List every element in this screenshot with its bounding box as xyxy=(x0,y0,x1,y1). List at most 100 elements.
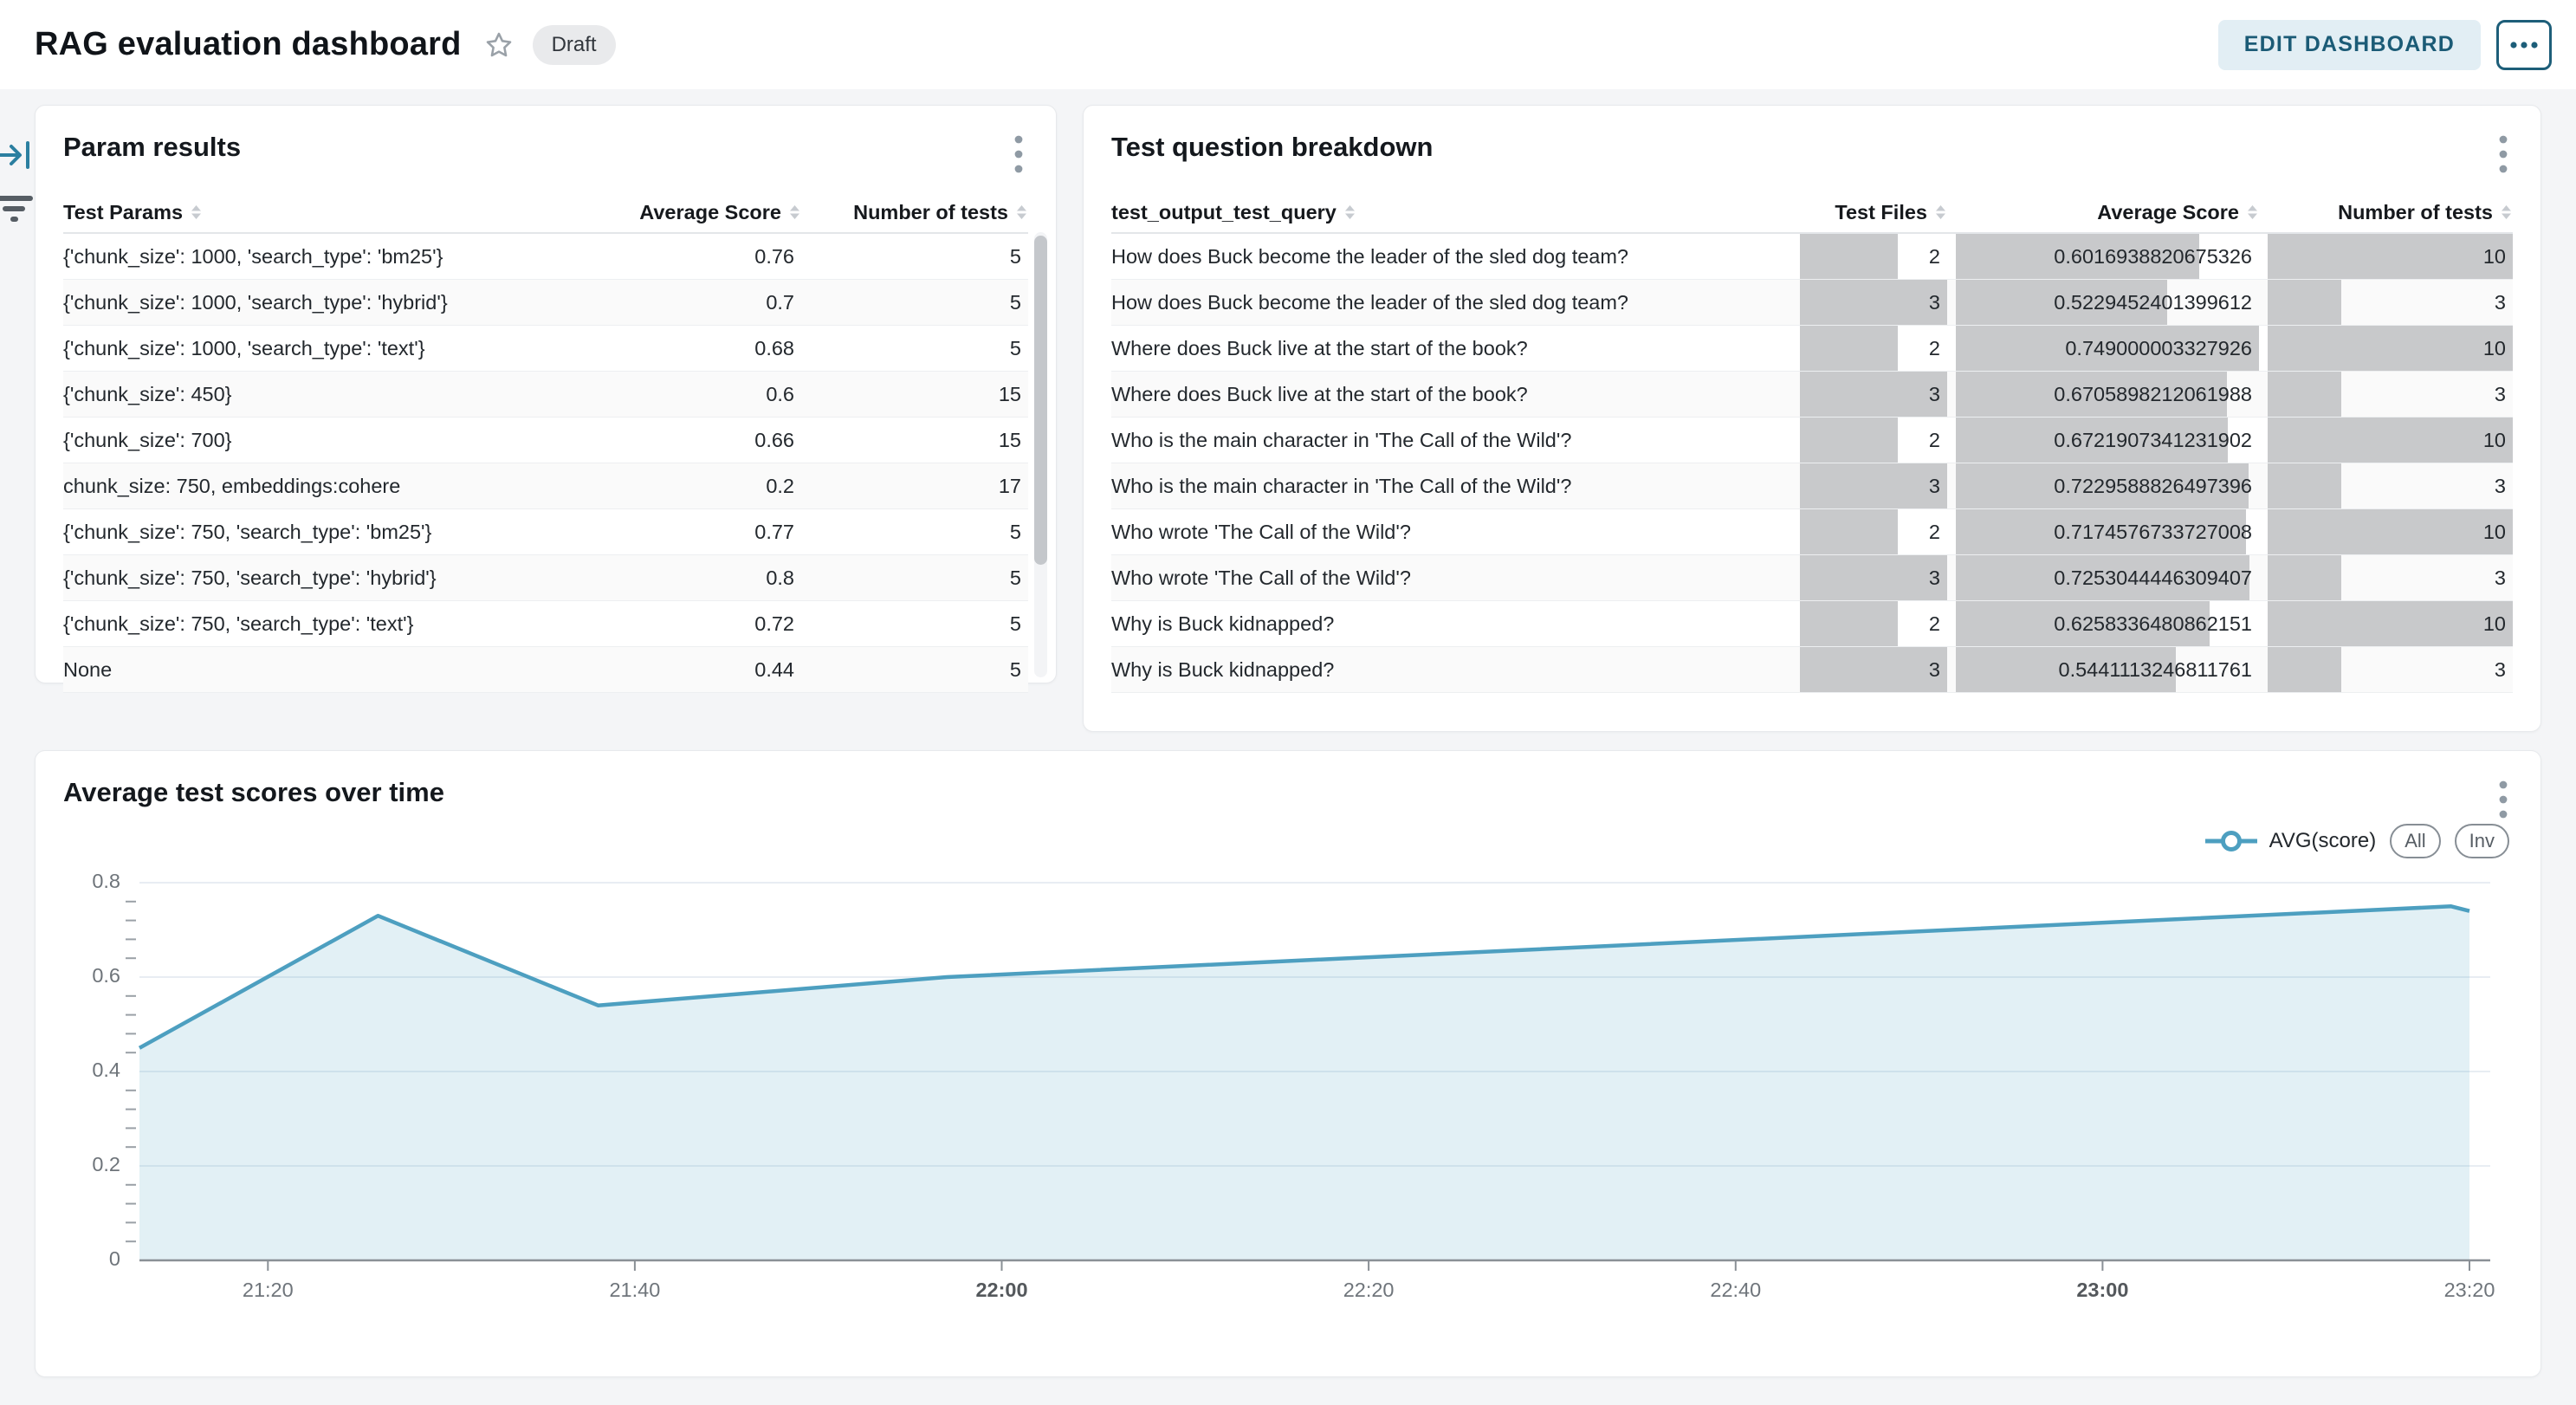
x-axis-tick-label: 22:00 xyxy=(975,1279,1027,1301)
column-header-test-params[interactable]: Test Params xyxy=(63,192,592,232)
favorite-star-icon[interactable] xyxy=(484,30,514,60)
number-of-tests-cell: 10 xyxy=(2268,509,2513,554)
cell-value: 5 xyxy=(1010,245,1021,269)
average-score-cell: 0.66 xyxy=(602,418,801,463)
table-row[interactable]: {'chunk_size': 700}0.6615 xyxy=(63,418,1028,463)
average-score-cell: 0.8 xyxy=(602,555,801,600)
table-row[interactable]: {'chunk_size': 450}0.615 xyxy=(63,372,1028,418)
number-of-tests-cell: 5 xyxy=(812,555,1028,600)
value-bar xyxy=(1800,372,1947,417)
value-bar xyxy=(2268,601,2513,646)
avg-test-scores-card: Average test scores over time AVG(score)… xyxy=(35,750,2541,1377)
value-bar xyxy=(2268,463,2341,508)
table-row[interactable]: Why is Buck kidnapped?30.544111324681176… xyxy=(1111,647,2513,693)
average-score-cell: 0.68 xyxy=(602,326,801,371)
x-axis-tick-label: 22:40 xyxy=(1710,1279,1761,1301)
cell-value: 0.6705898212061988 xyxy=(2054,383,2252,406)
cell-value: Who wrote 'The Call of the Wild'? xyxy=(1111,567,1411,590)
table-row[interactable]: Who wrote 'The Call of the Wild'?20.7174… xyxy=(1111,509,2513,555)
column-header-number-of-tests[interactable]: Number of tests xyxy=(2268,192,2513,232)
average-score-cell: 0.77 xyxy=(602,509,801,554)
average-score-cell: 0.5229452401399612 xyxy=(1956,280,2259,325)
value-bar xyxy=(2268,647,2341,692)
table-row[interactable]: chunk_size: 750, embeddings:cohere0.217 xyxy=(63,463,1028,509)
cell-value: 0.6258336480862151 xyxy=(2054,612,2252,636)
table-row[interactable]: Who wrote 'The Call of the Wild'? 3 0.7253… xyxy=(1111,555,2513,601)
more-options-button[interactable] xyxy=(2496,20,2552,70)
cell-value: 17 xyxy=(999,475,1021,498)
cell-value: 5 xyxy=(1010,521,1021,544)
cell-value: 0.6016938820675326 xyxy=(2054,245,2252,269)
query-cell: Who wrote 'The Call of the Wild'? xyxy=(1111,555,1791,600)
average-score-cell: 0.7174576733727008 xyxy=(1956,509,2259,554)
cell-value: {'chunk_size': 450} xyxy=(63,383,232,406)
cell-value: 0.7174576733727008 xyxy=(2054,521,2252,544)
average-score-cell: 0.7253044446309407 xyxy=(1956,555,2259,600)
test-params-cell: None xyxy=(63,647,592,692)
table-row[interactable]: Why is Buck kidnapped?20.625833648086215… xyxy=(1111,601,2513,647)
table-row[interactable]: How does Buck become the leader of the s… xyxy=(1111,280,2513,326)
test-files-cell: 3 xyxy=(1800,555,1947,600)
cell-value: 0.7229588826497396 xyxy=(2054,475,2252,498)
table-row[interactable]: Who is the main character in 'The Call o… xyxy=(1111,463,2513,509)
column-header-test-files[interactable]: Test Files xyxy=(1800,192,1947,232)
param-results-card: Param results Test Params Average Score Nu… xyxy=(35,105,1057,683)
column-label: Average Score xyxy=(639,201,781,224)
value-bar xyxy=(2268,509,2513,554)
cell-value: 0.6721907341231902 xyxy=(2054,429,2252,452)
number-of-tests-cell: 5 xyxy=(812,280,1028,325)
test-params-cell: {'chunk_size': 750, 'search_type': 'hybr… xyxy=(63,555,592,600)
average-score-cell: 0.44 xyxy=(602,647,801,692)
table-row[interactable]: None0.445 xyxy=(63,647,1028,693)
cell-value: {'chunk_size': 1000, 'search_type': 'bm2… xyxy=(63,245,443,269)
column-header-average-score[interactable]: Average Score xyxy=(602,192,801,232)
query-cell: Who is the main character in 'The Call o… xyxy=(1111,463,1791,508)
sort-icon xyxy=(1015,203,1028,222)
average-score-cell: 0.6705898212061988 xyxy=(1956,372,2259,417)
number-of-tests-cell: 10 xyxy=(2268,326,2513,371)
table-row[interactable]: {'chunk_size': 1000, 'search_type': 'tex… xyxy=(63,326,1028,372)
column-label: Number of tests xyxy=(2338,201,2493,224)
card-header: Param results xyxy=(63,132,1028,170)
cell-value: 10 xyxy=(2483,337,2506,360)
cell-value: 0.7253044446309407 xyxy=(2054,567,2252,590)
y-axis-tick-label: 0.2 xyxy=(92,1153,120,1175)
edit-dashboard-button[interactable]: EDIT DASHBOARD xyxy=(2218,20,2481,70)
table-row[interactable]: {'chunk_size': 1000, 'search_type': 'bm2… xyxy=(63,234,1028,280)
column-header-average-score[interactable]: Average Score xyxy=(1956,192,2259,232)
table-row[interactable]: Where does Buck live at the start of the… xyxy=(1111,372,2513,418)
line-chart[interactable]: 00.20.40.60.821:2021:4022:0022:2022:4023… xyxy=(36,751,2542,1378)
number-of-tests-cell: 5 xyxy=(812,601,1028,646)
table-row[interactable]: {'chunk_size': 750, 'search_type': 'text… xyxy=(63,601,1028,647)
scrollbar-thumb[interactable] xyxy=(1034,236,1047,565)
number-of-tests-cell: 5 xyxy=(812,326,1028,371)
query-cell: Where does Buck live at the start of the… xyxy=(1111,372,1791,417)
cell-value: {'chunk_size': 750, 'search_type': 'hybr… xyxy=(63,567,437,590)
query-cell: Why is Buck kidnapped? xyxy=(1111,647,1791,692)
column-header-number-of-tests[interactable]: Number of tests xyxy=(812,192,1028,232)
vertical-scrollbar[interactable] xyxy=(1034,232,1047,677)
table-row[interactable]: Where does Buck live at the start of the… xyxy=(1111,326,2513,372)
kebab-icon xyxy=(1014,135,1023,173)
table-row[interactable]: {'chunk_size': 750, 'search_type': 'hybr… xyxy=(63,555,1028,601)
test-question-breakdown-card: Test question breakdown test_output_test… xyxy=(1083,105,2541,732)
card-menu-button[interactable] xyxy=(2494,132,2513,179)
sort-icon xyxy=(2500,203,2513,222)
table-row[interactable]: How does Buck become the leader of the s… xyxy=(1111,234,2513,280)
x-axis-tick-label: 21:40 xyxy=(609,1279,660,1301)
query-cell: How does Buck become the leader of the s… xyxy=(1111,280,1791,325)
table-row[interactable]: {'chunk_size': 750, 'search_type': 'bm25… xyxy=(63,509,1028,555)
cell-value: 3 xyxy=(1929,658,1940,682)
average-score-cell: 0.749000003327926 xyxy=(1956,326,2259,371)
column-header-test-output-test-query[interactable]: test_output_test_query xyxy=(1111,192,1791,232)
cell-value: Who wrote 'The Call of the Wild'? xyxy=(1111,521,1411,544)
number-of-tests-cell: 3 xyxy=(2268,372,2513,417)
table-row[interactable]: Who is the main character in 'The Call o… xyxy=(1111,418,2513,463)
cell-value: 15 xyxy=(999,383,1021,406)
card-menu-button[interactable] xyxy=(1009,132,1028,179)
param-results-table: Test Params Average Score Number of tests {… xyxy=(63,192,1028,693)
x-axis-tick-label: 23:00 xyxy=(2076,1279,2128,1301)
cell-value: 5 xyxy=(1010,612,1021,636)
table-row[interactable]: {'chunk_size': 1000, 'search_type': 'hyb… xyxy=(63,280,1028,326)
test-params-cell: {'chunk_size': 1000, 'search_type': 'tex… xyxy=(63,326,592,371)
